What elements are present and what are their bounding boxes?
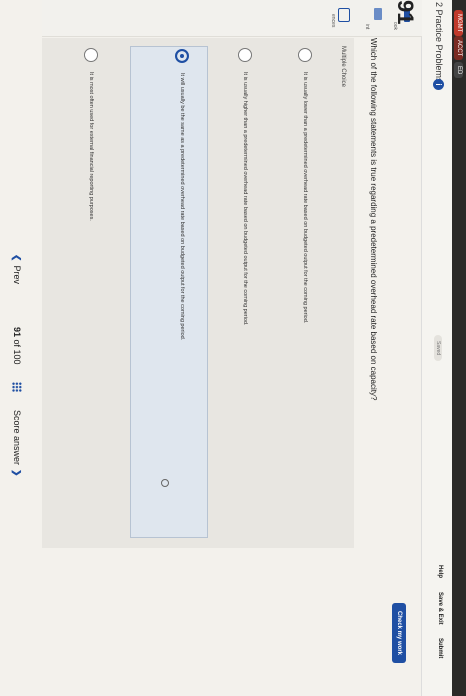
radio-button[interactable] — [84, 48, 98, 62]
chevron-left-icon: ❮ — [12, 254, 22, 262]
sidebar-item-references[interactable]: ences — [330, 14, 336, 27]
save-exit-link[interactable]: Save & Exit — [437, 592, 443, 625]
question-navigation: ❮ Prev 91 of 100 Score answer ❯ — [0, 0, 42, 696]
browser-tab[interactable]: MGMT — [454, 10, 463, 37]
answer-option[interactable]: It is usually lower than a predetermined… — [276, 46, 330, 536]
radio-button[interactable] — [238, 48, 252, 62]
assignment-header: 2 Practice Problems i Saved Help Save & … — [421, 0, 452, 696]
browser-tab[interactable]: ED — [454, 62, 463, 79]
section-title: 2 Practice Problems — [434, 2, 444, 83]
next-button[interactable]: Score answer ❯ — [11, 410, 22, 477]
prev-label[interactable]: Prev — [12, 266, 22, 285]
total-questions: of 100 — [12, 339, 22, 365]
answer-option[interactable]: It is most often used for external finan… — [62, 46, 116, 536]
question-number: 91 — [393, 0, 418, 25]
answer-option-selected[interactable]: It will usually be the same as a predete… — [130, 46, 208, 538]
submit-link[interactable]: Submit — [437, 638, 443, 658]
radio-button-selected[interactable] — [175, 49, 189, 63]
answer-option-text[interactable]: It is usually lower than a predetermined… — [302, 72, 308, 323]
answer-option[interactable]: It is usually higher than a predetermine… — [216, 46, 270, 536]
answer-option-text[interactable]: It will usually be the same as a predete… — [179, 73, 185, 340]
help-link[interactable]: Help — [437, 565, 443, 578]
page-indicator: 91 of 100 — [12, 327, 22, 365]
answer-option-text[interactable]: It is usually higher than a predetermine… — [242, 72, 248, 325]
app-window: MGMT ACCT ED 2 Practice Problems i Saved… — [0, 0, 466, 696]
browser-tab[interactable]: ACCT — [454, 36, 463, 61]
side-toolbar: ook int ences — [0, 0, 422, 37]
check-my-work-button[interactable]: Check my work — [392, 603, 406, 663]
references-icon[interactable] — [338, 8, 350, 22]
next-label[interactable]: Score answer — [12, 410, 22, 465]
cursor-icon — [161, 479, 169, 487]
browser-tab-strip: MGMT ACCT ED — [452, 0, 466, 696]
answer-option-text[interactable]: It is most often used for external finan… — [88, 72, 94, 221]
grid-icon[interactable] — [12, 382, 22, 392]
saved-status: Saved — [434, 335, 442, 362]
chevron-right-icon: ❯ — [12, 469, 22, 477]
answer-panel: Multiple Choice It is usually lower than… — [42, 38, 354, 548]
prev-button[interactable]: ❮ Prev — [11, 254, 22, 284]
info-icon[interactable]: i — [433, 79, 444, 90]
sidebar-item-print[interactable]: int — [364, 24, 370, 29]
radio-button[interactable] — [298, 48, 312, 62]
question-text: Which of the following statements is tru… — [369, 38, 378, 401]
current-question: 91 — [12, 327, 22, 338]
print-icon[interactable] — [374, 8, 382, 20]
question-type-label: Multiple Choice — [340, 46, 346, 88]
